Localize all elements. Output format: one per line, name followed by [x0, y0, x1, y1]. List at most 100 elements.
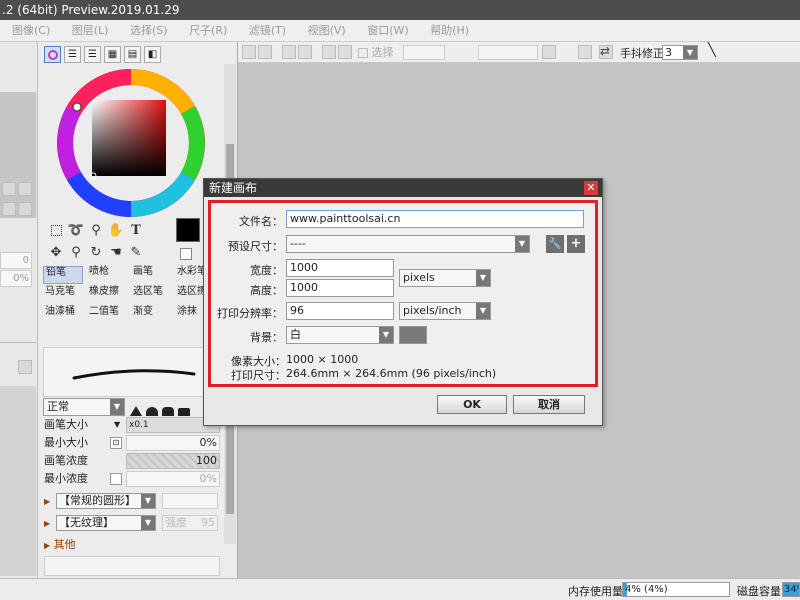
eyedropper-icon: ✎	[130, 244, 142, 260]
nav-rotate-button-2[interactable]	[18, 202, 32, 216]
toolbar-button-7[interactable]	[542, 45, 556, 59]
straight-line-icon[interactable]: ╲	[708, 43, 716, 58]
other-row[interactable]: ▶ 其他	[44, 536, 220, 554]
color-wheel[interactable]	[56, 68, 206, 218]
stabilizer-select[interactable]: 3 ▼	[662, 45, 698, 60]
hand-tool-2[interactable]: ☚	[106, 242, 126, 262]
ok-button[interactable]: OK	[437, 395, 507, 414]
eyedropper-tool[interactable]: ✎	[126, 242, 146, 262]
rect-select-tool[interactable]	[46, 220, 66, 240]
toolbar-button-2[interactable]	[258, 45, 272, 59]
brush-tool-label: 画笔	[133, 266, 153, 277]
brush-tool-10[interactable]: 渐变	[131, 306, 171, 324]
hand-tool[interactable]: ✋	[106, 220, 126, 240]
toolbar-button-5[interactable]	[322, 45, 336, 59]
filename-input[interactable]: www.painttoolsai.cn	[286, 210, 584, 228]
brush-tool-label: 选区笔	[133, 286, 163, 297]
move-tool[interactable]: ✥	[46, 242, 66, 262]
brush-tool-6[interactable]: 选区笔	[131, 286, 171, 304]
rotate-tool[interactable]: ↻	[86, 242, 106, 262]
min-density-toggle[interactable]	[110, 473, 122, 485]
preset-select[interactable]: ---- ▼	[286, 235, 530, 253]
toolbar-button-1[interactable]	[242, 45, 256, 59]
hsv-slider-tab[interactable]: ☰	[84, 46, 101, 63]
primary-color-swatch[interactable]	[176, 218, 200, 242]
brush-presets-strip[interactable]	[44, 556, 220, 576]
toolbar-button-8[interactable]	[578, 45, 592, 59]
palette-icon: ▦	[107, 49, 118, 60]
text-tool[interactable]: T	[126, 220, 146, 240]
menu-select[interactable]: 选择(S)	[130, 20, 168, 42]
blend-mode-select[interactable]: 正常 ▼	[43, 398, 125, 416]
brush-tool-5[interactable]: 橡皮擦	[87, 286, 127, 304]
magic-wand-tool[interactable]: ⚲	[86, 220, 106, 240]
color-wheel-tab[interactable]	[44, 46, 61, 63]
menu-filter[interactable]: 滤镜(T)	[249, 20, 286, 42]
toolbar-button-3[interactable]	[282, 45, 296, 59]
shape-triangle-icon	[130, 406, 142, 416]
height-input[interactable]: 1000	[286, 279, 394, 297]
select-toggle[interactable]: 选择	[358, 45, 398, 60]
dialog-close-button[interactable]: ✕	[584, 181, 598, 195]
brush-tool-2[interactable]: 画笔	[131, 266, 171, 284]
swap-arrows-icon[interactable]: ⇄	[600, 44, 610, 58]
layer-button[interactable]	[18, 360, 32, 374]
menu-layer[interactable]: 图层(L)	[72, 20, 109, 42]
filename-value: www.painttoolsai.cn	[290, 212, 401, 225]
palette-tab[interactable]: ▦	[104, 46, 121, 63]
background-color-swatch[interactable]	[399, 326, 427, 344]
brush-tool-8[interactable]: 油漆桶	[43, 306, 83, 324]
chevron-down-icon: ▼	[476, 303, 490, 319]
menu-help[interactable]: 帮助(H)	[430, 20, 469, 42]
nav-rotate-button[interactable]	[2, 202, 16, 216]
texture-value: 【无纹理】	[59, 516, 114, 529]
background-select[interactable]: 白 ▼	[286, 326, 394, 344]
swatch-icon: ◧	[147, 49, 158, 60]
density-slider[interactable]: 100	[126, 453, 220, 469]
texture-select[interactable]: 【无纹理】 ▼	[56, 515, 156, 531]
layer-list[interactable]	[0, 386, 36, 576]
nav-zoom-button[interactable]	[2, 182, 16, 196]
menu-window[interactable]: 窗口(W)	[367, 20, 408, 42]
swap-color-button[interactable]	[180, 248, 192, 260]
toolbar-field-2[interactable]	[478, 45, 538, 60]
preset-value: ----	[290, 237, 306, 250]
nav-angle-value[interactable]: 0%	[0, 270, 32, 287]
toolbar-field-1[interactable]	[403, 45, 445, 60]
menu-view[interactable]: 视图(V)	[308, 20, 346, 42]
rgb-slider-tab[interactable]: ☰	[64, 46, 81, 63]
dpi-input[interactable]: 96	[286, 302, 394, 320]
brush-tool-label: 铅笔	[46, 267, 66, 278]
toolbar-button-6[interactable]	[338, 45, 352, 59]
brush-shape-strength[interactable]	[162, 493, 218, 509]
dialog-title-bar[interactable]: 新建画布	[204, 179, 602, 197]
sliders-icon-2: ☰	[88, 49, 97, 60]
preset-edit-button[interactable]: 🔧	[546, 235, 564, 253]
min-size-slider[interactable]: 0%	[126, 435, 220, 451]
swatch-tab[interactable]: ◧	[144, 46, 161, 63]
toolbar-button-4[interactable]	[298, 45, 312, 59]
min-density-slider[interactable]: 0%	[126, 471, 220, 487]
brush-tool-4[interactable]: 马克笔	[43, 286, 83, 304]
zoom-tool[interactable]: ⚲	[66, 242, 86, 262]
dpi-unit-select[interactable]: pixels/inch ▼	[399, 302, 491, 320]
width-input[interactable]: 1000	[286, 259, 394, 277]
divider	[0, 342, 36, 343]
size-unit-select[interactable]: pixels ▼	[399, 269, 491, 287]
menu-ruler[interactable]: 尺子(R)	[189, 20, 227, 42]
preset-add-button[interactable]: +	[567, 235, 585, 253]
chevron-down-icon: ▼	[110, 399, 124, 415]
nav-zoom-value[interactable]: 0	[0, 252, 32, 269]
brush-tool-0[interactable]: 铅笔	[43, 266, 83, 284]
brush-shape-select[interactable]: 【常规的圆形】 ▼	[56, 493, 156, 509]
brush-tool-1[interactable]: 喷枪	[87, 266, 127, 284]
min-size-toggle[interactable]: ⊡	[110, 437, 122, 449]
nav-zoom-button-2[interactable]	[18, 182, 32, 196]
cancel-button[interactable]: 取消	[513, 395, 585, 414]
texture-strength-slider[interactable]: 强度 95	[162, 515, 218, 531]
menu-image[interactable]: 图像(C)	[12, 20, 50, 42]
scratchpad-tab[interactable]: ▤	[124, 46, 141, 63]
brush-tool-9[interactable]: 二值笔	[87, 306, 127, 324]
chevron-down-icon[interactable]: ▼	[114, 416, 120, 434]
lasso-tool[interactable]: ➰	[66, 220, 86, 240]
